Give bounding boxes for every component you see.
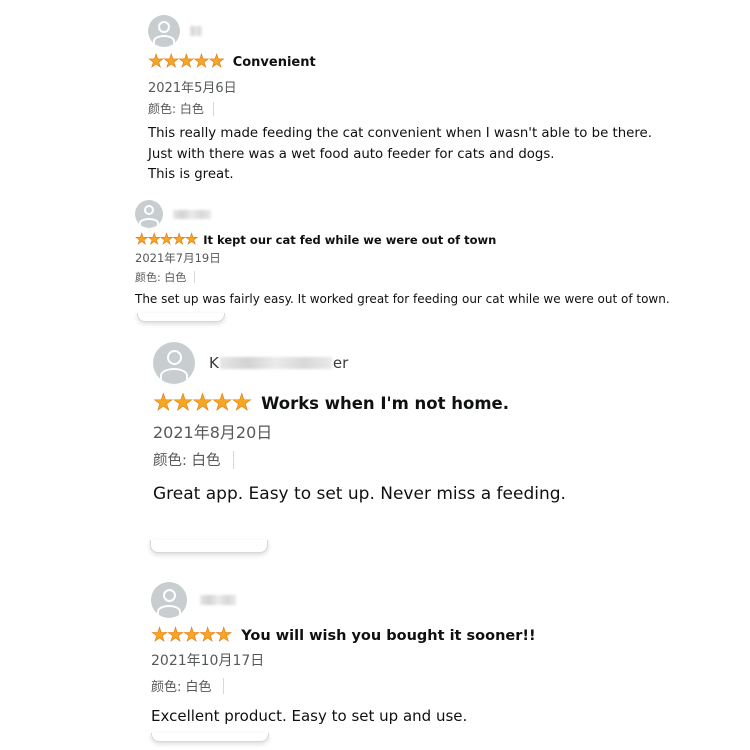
reviewer-name-end: er — [332, 354, 349, 372]
reviewer-name-start: K — [209, 354, 219, 372]
review-title[interactable]: Works when I'm not home. — [261, 394, 509, 413]
review-body: The set up was fairly easy. It worked gr… — [135, 291, 735, 307]
review-date: 2021年10月17日 — [151, 653, 265, 669]
redacted-name-blur — [219, 357, 332, 369]
review-card: K er ★ ★ ★ ★ ★ Works when I'm not home. … — [153, 342, 713, 506]
redacted-name-blur — [173, 209, 211, 219]
review-body-line: The set up was fairly easy. It worked gr… — [135, 292, 670, 306]
reviewer-name[interactable] — [173, 209, 211, 219]
star-icon: ★ — [231, 390, 253, 416]
review-card: ★ ★ ★ ★ ★ You will wish you bought it so… — [151, 582, 711, 727]
review-body-line: This really made feeding the cat conveni… — [148, 126, 652, 141]
avatar-icon[interactable] — [151, 582, 187, 618]
star-rating[interactable]: ★ ★ ★ ★ ★ — [135, 230, 199, 248]
star-icon: ★ — [183, 624, 201, 646]
review-card: ★ ★ ★ ★ ★ Convenient 2021年5月6日 颜色: 白色 Th… — [148, 15, 708, 186]
divider — [222, 677, 224, 694]
review-title-row: ★ ★ ★ ★ ★ Convenient — [148, 51, 708, 72]
review-body-line: This is great. — [148, 167, 234, 182]
star-rating[interactable]: ★ ★ ★ ★ ★ — [151, 624, 233, 646]
review-body-line: Great app. Easy to set up. Never miss a … — [153, 484, 566, 504]
star-icon: ★ — [184, 230, 199, 248]
reviewer-name[interactable]: K er — [209, 354, 348, 372]
redacted-name-blur — [190, 26, 202, 36]
star-icon: ★ — [178, 51, 195, 72]
product-variant: 颜色: 白色 — [153, 449, 713, 470]
star-icon: ★ — [199, 624, 217, 646]
star-icon: ★ — [163, 51, 180, 72]
helpful-button[interactable] — [151, 733, 269, 742]
reviewer-name[interactable] — [200, 595, 236, 605]
variant-label: 颜色: 白色 — [135, 271, 187, 284]
review-body-line: Just with there was a wet food auto feed… — [148, 146, 555, 162]
star-icon: ★ — [192, 390, 213, 416]
product-variant: 颜色: 白色 — [148, 100, 708, 117]
divider — [232, 450, 234, 469]
star-icon: ★ — [215, 624, 233, 646]
review-title[interactable]: Convenient — [233, 55, 316, 70]
review-title-row: ★ ★ ★ ★ ★ You will wish you bought it so… — [151, 624, 711, 646]
review-title[interactable]: It kept our cat fed while we were out of… — [203, 233, 496, 247]
review-card: ★ ★ ★ ★ ★ It kept our cat fed while we w… — [135, 200, 735, 307]
review-body-line: Excellent product. Easy to set up and us… — [151, 707, 468, 725]
review-title-row: ★ ★ ★ ★ ★ It kept our cat fed while we w… — [135, 230, 735, 248]
product-variant: 颜色: 白色 — [135, 269, 735, 285]
product-variant: 颜色: 白色 — [151, 676, 711, 695]
avatar-icon[interactable] — [135, 200, 163, 228]
helpful-button[interactable] — [150, 540, 268, 553]
avatar-icon[interactable] — [148, 15, 180, 47]
reviewer-profile[interactable] — [151, 582, 711, 618]
review-body: Great app. Easy to set up. Never miss a … — [153, 482, 713, 506]
reviewer-profile[interactable] — [135, 200, 735, 228]
star-icon: ★ — [172, 390, 194, 416]
avatar-icon[interactable] — [153, 342, 195, 384]
review-date: 2021年5月6日 — [148, 81, 237, 96]
star-icon: ★ — [172, 230, 186, 248]
star-icon: ★ — [151, 624, 169, 646]
reviewer-profile[interactable]: K er — [153, 342, 713, 384]
reviewer-name[interactable] — [190, 26, 202, 36]
review-body: Excellent product. Easy to set up and us… — [151, 705, 711, 727]
star-rating[interactable]: ★ ★ ★ ★ ★ — [153, 390, 253, 416]
divider — [212, 101, 214, 116]
variant-label: 颜色: 白色 — [153, 453, 221, 469]
divider — [194, 271, 196, 283]
variant-label: 颜色: 白色 — [148, 102, 204, 116]
star-icon: ★ — [148, 51, 165, 72]
star-icon: ★ — [167, 624, 185, 646]
star-icon: ★ — [147, 230, 161, 248]
star-icon: ★ — [208, 51, 225, 72]
review-date: 2021年8月20日 — [153, 423, 273, 442]
variant-label: 颜色: 白色 — [151, 680, 212, 695]
review-title-row: ★ ★ ★ ★ ★ Works when I'm not home. — [153, 390, 713, 416]
review-title[interactable]: You will wish you bought it sooner!! — [241, 628, 535, 644]
review-body: This really made feeding the cat conveni… — [148, 124, 708, 186]
star-rating[interactable]: ★ ★ ★ ★ ★ — [148, 51, 225, 72]
review-date: 2021年7月19日 — [135, 251, 221, 265]
reviewer-profile[interactable] — [148, 15, 708, 47]
helpful-button[interactable] — [137, 313, 225, 322]
redacted-name-blur — [200, 595, 236, 605]
star-icon: ★ — [211, 390, 233, 416]
star-icon: ★ — [193, 51, 210, 72]
star-icon: ★ — [153, 390, 174, 416]
